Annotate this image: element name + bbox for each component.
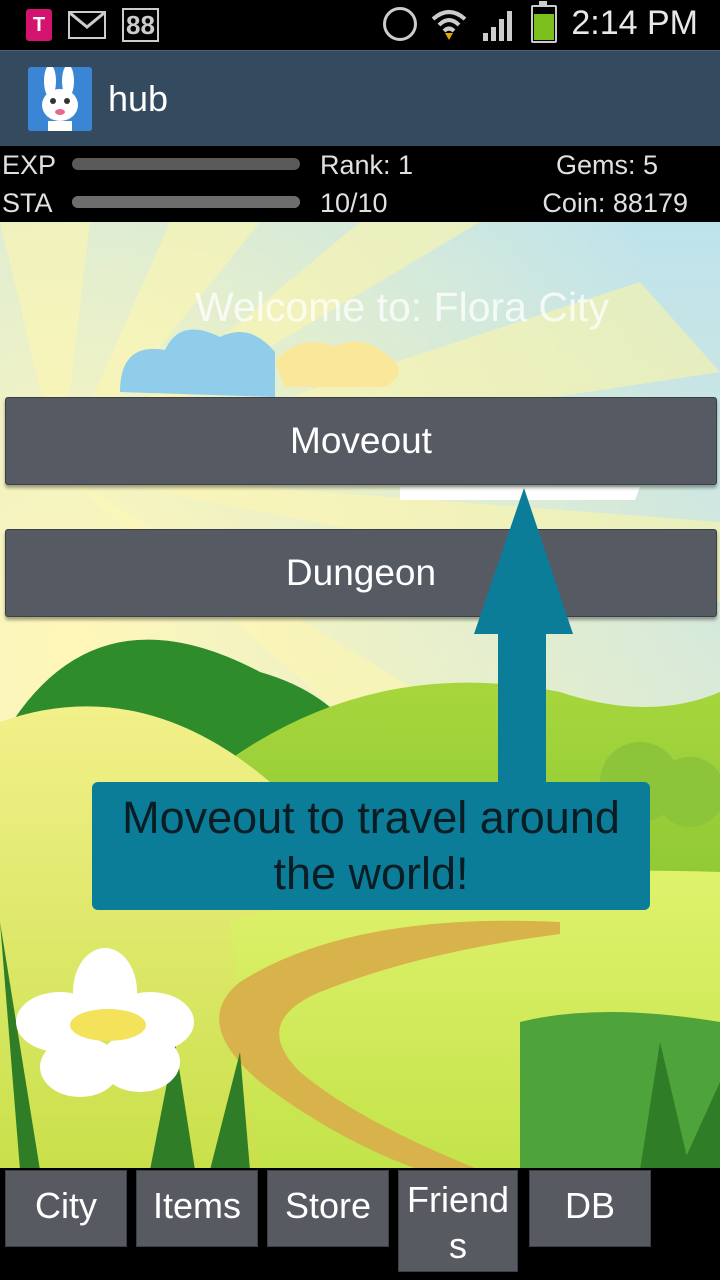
welcome-text: Welcome to: Flora City [195,284,609,330]
stamina-text: 10/10 [320,188,388,218]
bunny-face-shape [28,67,92,131]
gems-text: Gems: 5 [555,150,658,180]
tab-friends[interactable]: Friend s [398,1170,518,1272]
stats-row-sta: STA 10/10 Coin: 88179 [0,184,720,222]
bunny-app-icon[interactable] [28,67,92,131]
city-scene: Welcome to: Flora City Moveout Dungeon M… [0,222,720,1170]
tab-store[interactable]: Store [267,1170,389,1247]
coin-text: Coin: 88179 [542,188,688,218]
status-bar: T 88 2:14 PM [0,0,720,50]
stamina-bar-fill [72,196,300,208]
signal-icon [483,10,513,41]
status-time: 2:14 PM [571,4,698,42]
alarm-icon [383,6,418,41]
rank-text: Rank: 1 [320,150,414,180]
tab-db[interactable]: DB [529,1170,651,1247]
mail-envelope-shape [69,11,105,29]
tutorial-tooltip: Moveout to travel around the world! [92,782,650,910]
moveout-button[interactable]: Moveout [5,397,717,485]
status-bar-left: T 88 [26,8,159,42]
player-stats: EXP Rank: 1 Gems: 5 STA 10/10 Coin: 8817… [0,146,720,222]
battery-icon [531,0,558,43]
landscape-background [0,222,720,1170]
sta-label: STA [2,188,53,218]
action-bar: hub [0,50,720,147]
exp-label: EXP [2,150,57,180]
bottom-tab-bar: City Items Store Friend s DB [0,1168,720,1280]
status-bar-right: 2:14 PM [383,0,698,43]
exp-bar [72,158,300,170]
tmobile-icon: T [26,9,52,41]
dungeon-button[interactable]: Dungeon [5,529,717,617]
stamina-bar [72,196,300,208]
mail-icon [68,11,106,39]
stats-row-exp: EXP Rank: 1 Gems: 5 [0,146,720,184]
app-title: hub [108,78,169,119]
tab-items[interactable]: Items [136,1170,258,1247]
notification-88-icon: 88 [122,8,159,42]
wifi-icon [432,9,467,40]
tab-city[interactable]: City [5,1170,127,1247]
